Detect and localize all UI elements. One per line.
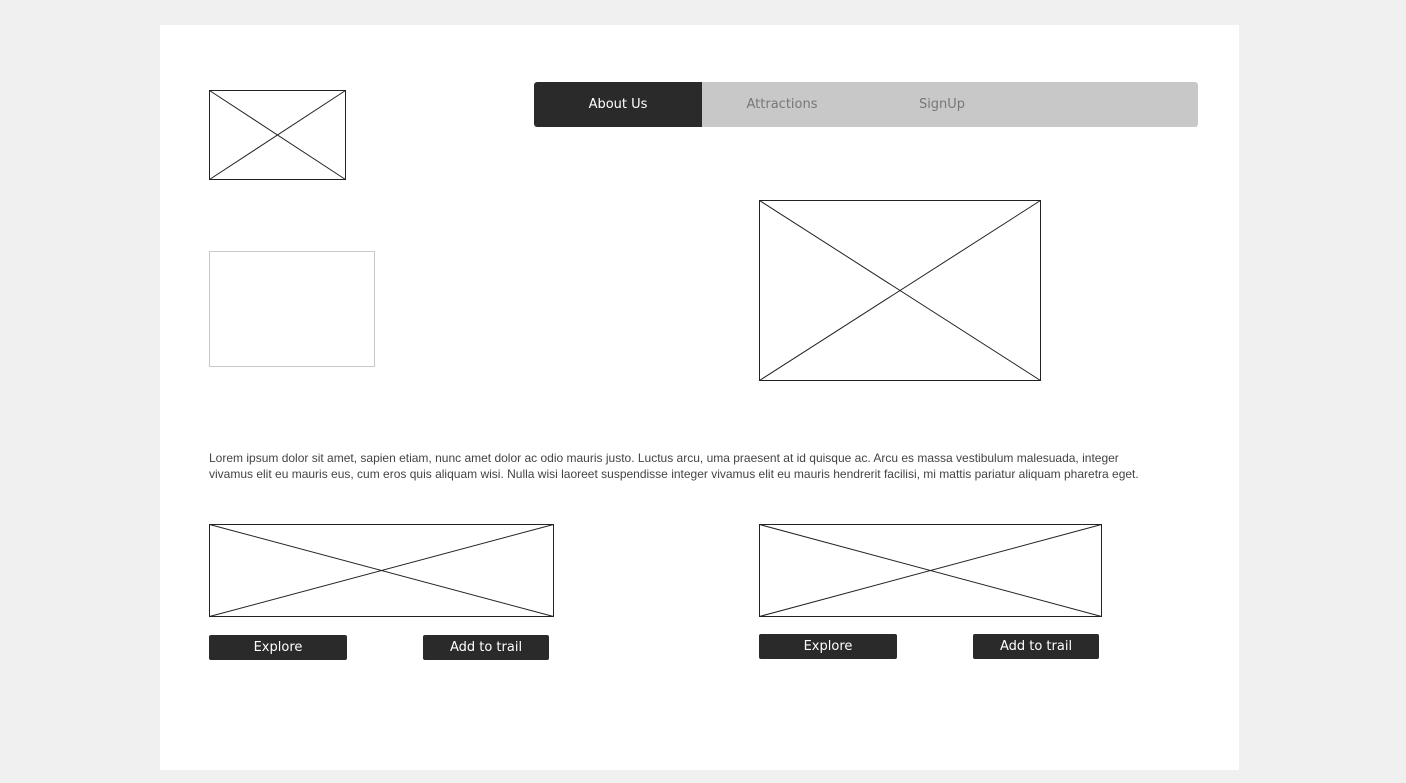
tab-signup[interactable]: SignUp	[862, 82, 1022, 127]
explore-button[interactable]: Explore	[759, 634, 897, 659]
explore-button[interactable]: Explore	[209, 635, 347, 660]
empty-content-box	[209, 251, 375, 367]
intro-paragraph: Lorem ipsum dolor sit amet, sapien etiam…	[209, 451, 1139, 481]
add-to-trail-button[interactable]: Add to trail	[973, 634, 1099, 659]
card-image-placeholder	[759, 524, 1102, 617]
main-nav: About Us Attractions SignUp	[534, 82, 1198, 127]
card-image-placeholder	[209, 524, 554, 617]
logo-image-placeholder	[209, 90, 346, 180]
tab-about-us[interactable]: About Us	[534, 82, 702, 127]
hero-image-placeholder	[759, 200, 1041, 381]
add-to-trail-button[interactable]: Add to trail	[423, 635, 549, 660]
tab-attractions[interactable]: Attractions	[702, 82, 862, 127]
